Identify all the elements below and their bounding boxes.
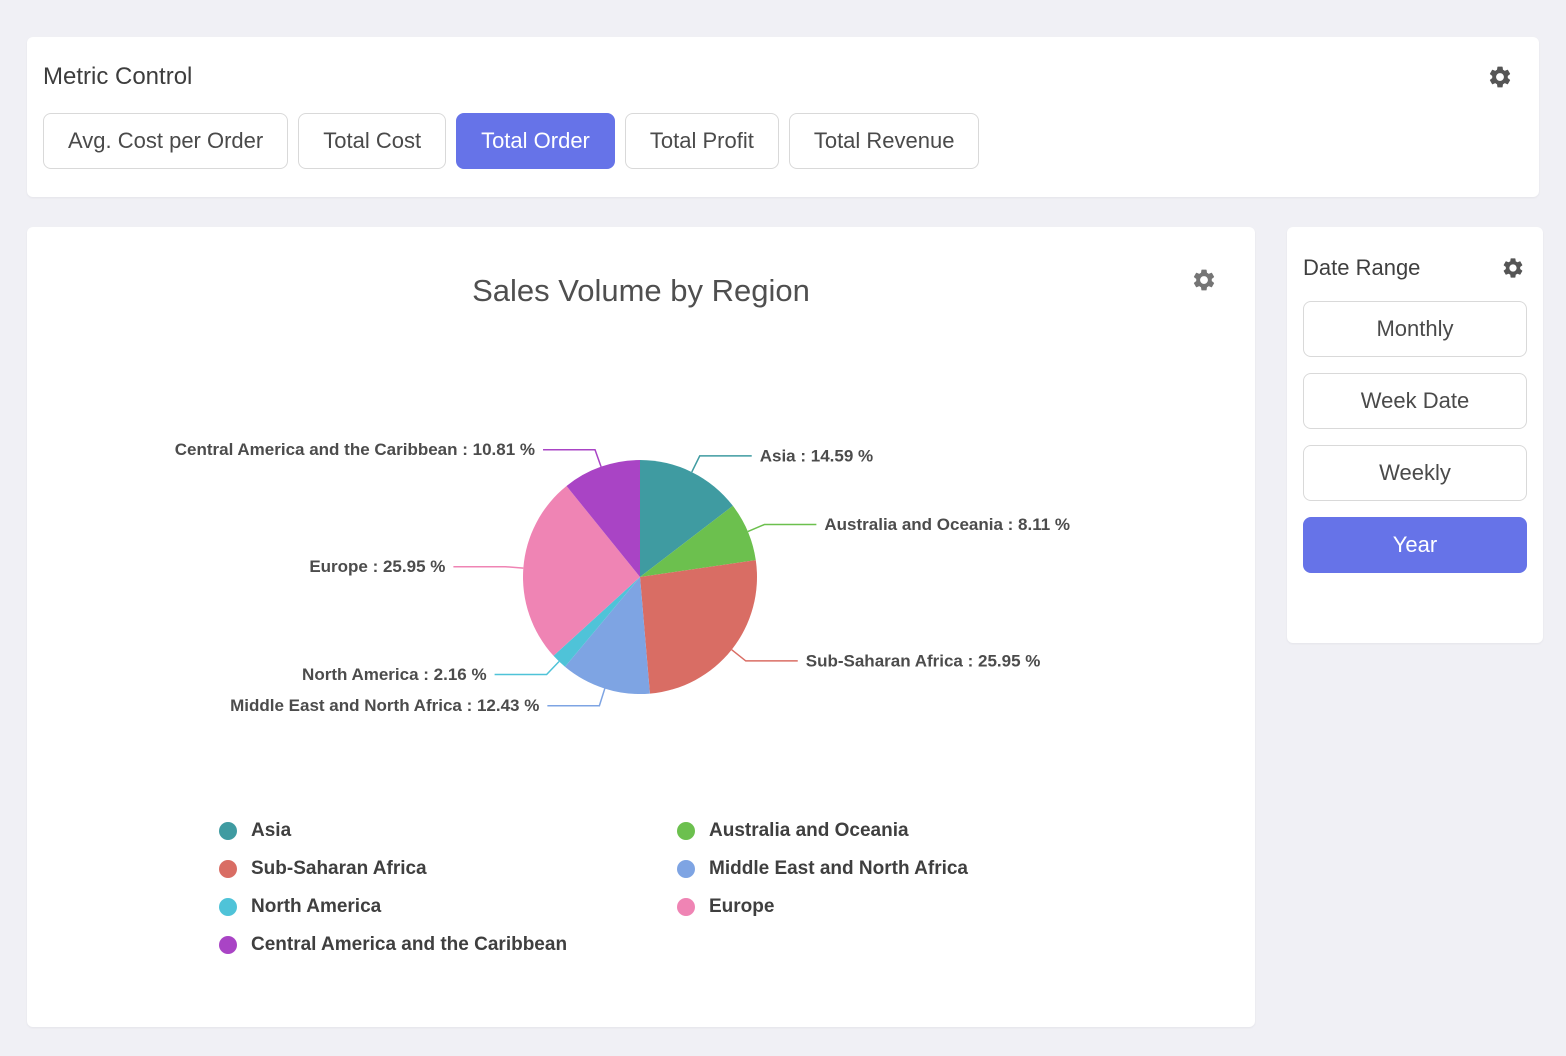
legend-label: Middle East and North Africa — [709, 858, 968, 880]
pie-label-middle-east-and-north-africa: Middle East and North Africa : 12.43 % — [230, 696, 539, 715]
legend-label: Australia and Oceania — [709, 820, 909, 842]
date-range-title: Date Range — [1303, 255, 1420, 281]
legend-dot — [219, 822, 237, 840]
date-range-button-monthly[interactable]: Monthly — [1303, 301, 1527, 357]
date-range-button-weekly[interactable]: Weekly — [1303, 445, 1527, 501]
metric-button-total-profit[interactable]: Total Profit — [625, 113, 779, 169]
legend-label: Europe — [709, 896, 774, 918]
pie-label-australia-and-oceania: Australia and Oceania : 8.11 % — [824, 515, 1070, 534]
pie-label-line — [495, 661, 559, 674]
pie-label-sub-saharan-africa: Sub-Saharan Africa : 25.95 % — [806, 651, 1041, 670]
metric-button-total-order[interactable]: Total Order — [456, 113, 615, 169]
legend-item-asia[interactable]: Asia — [219, 819, 677, 843]
pie-label-line — [453, 567, 523, 568]
legend-label: Sub-Saharan Africa — [251, 858, 427, 880]
gear-icon — [1501, 256, 1525, 280]
chart-settings-button[interactable] — [1191, 267, 1217, 293]
legend-label: Asia — [251, 820, 291, 842]
legend-item-central-america-and-the-caribbean[interactable]: Central America and the Caribbean — [219, 933, 677, 957]
legend-item-middle-east-and-north-africa[interactable]: Middle East and North Africa — [677, 857, 968, 881]
chart-title: Sales Volume by Region — [27, 273, 1255, 309]
pie-label-central-america-and-the-caribbean: Central America and the Caribbean : 10.8… — [175, 440, 535, 459]
pie-label-line — [692, 456, 752, 472]
pie-label-line — [547, 689, 604, 706]
legend-dot — [677, 898, 695, 916]
date-settings-button[interactable] — [1501, 256, 1525, 280]
date-range-button-year[interactable]: Year — [1303, 517, 1527, 573]
metric-button-total-revenue[interactable]: Total Revenue — [789, 113, 980, 169]
date-range-button-week-date[interactable]: Week Date — [1303, 373, 1527, 429]
legend-dot — [677, 860, 695, 878]
pie-label-line — [543, 450, 601, 467]
pie-slice-sub-saharan-africa[interactable] — [640, 560, 757, 693]
chart-legend: Asia Australia and Oceania Sub-Saharan Afr… — [219, 819, 968, 957]
pie-label-north-america: North America : 2.16 % — [302, 665, 487, 684]
metric-settings-button[interactable] — [1487, 64, 1513, 90]
metric-button-group: Avg. Cost per OrderTotal CostTotal Order… — [27, 91, 1539, 169]
date-range-card: Date Range Monthly Week Date Weekly Year — [1287, 227, 1543, 643]
legend-item-australia-and-oceania[interactable]: Australia and Oceania — [677, 819, 968, 843]
date-range-button-group: Monthly Week Date Weekly Year — [1287, 281, 1543, 573]
date-range-header: Date Range — [1287, 227, 1543, 281]
metric-button-avg-cost-per-order[interactable]: Avg. Cost per Order — [43, 113, 288, 169]
gear-icon — [1487, 64, 1513, 90]
metric-button-total-cost[interactable]: Total Cost — [298, 113, 446, 169]
legend-dot — [219, 860, 237, 878]
pie-label-line — [732, 650, 798, 661]
metric-control-header: Metric Control — [27, 37, 1539, 91]
metric-control-card: Metric Control Avg. Cost per OrderTotal … — [27, 37, 1539, 197]
sales-volume-card: Asia : 14.59 % Australia and Oceania : 8.… — [27, 227, 1255, 1027]
legend-label: North America — [251, 896, 381, 918]
metric-control-title: Metric Control — [43, 63, 192, 91]
gear-icon — [1191, 267, 1217, 293]
legend-item-sub-saharan-africa[interactable]: Sub-Saharan Africa — [219, 857, 677, 881]
legend-item-europe[interactable]: Europe — [677, 895, 968, 919]
legend-dot — [677, 822, 695, 840]
legend-item-north-america[interactable]: North America — [219, 895, 677, 919]
legend-dot — [219, 898, 237, 916]
legend-label: Central America and the Caribbean — [251, 934, 567, 956]
pie-label-line — [748, 525, 817, 532]
pie-label-asia: Asia : 14.59 % — [760, 446, 873, 465]
pie-label-europe: Europe : 25.95 % — [309, 557, 445, 576]
legend-dot — [219, 936, 237, 954]
